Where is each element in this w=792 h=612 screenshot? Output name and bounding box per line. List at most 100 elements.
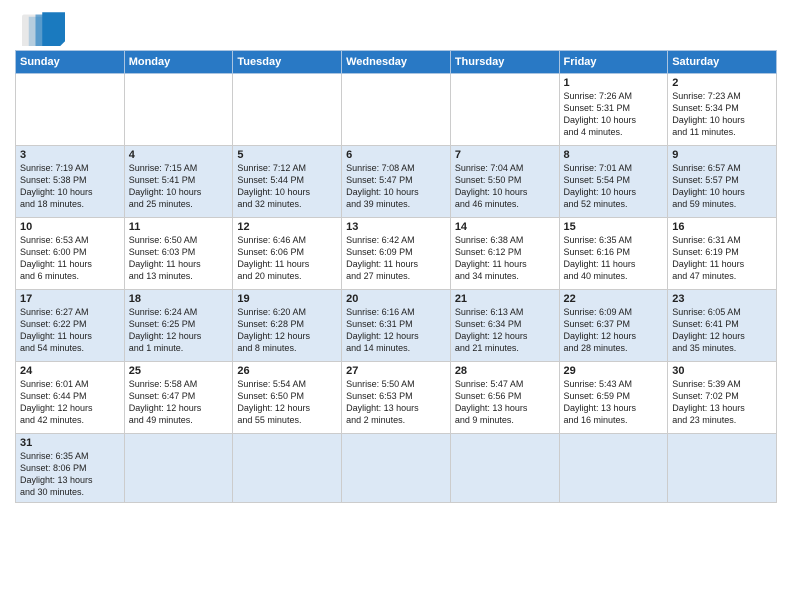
day-number: 14 [455,221,555,233]
calendar-cell-w4-d2: 18Sunrise: 6:24 AM Sunset: 6:25 PM Dayli… [124,290,233,362]
day-number: 27 [346,365,446,377]
day-info: Sunrise: 7:01 AM Sunset: 5:54 PM Dayligh… [564,162,664,211]
calendar-cell-w4-d6: 22Sunrise: 6:09 AM Sunset: 6:37 PM Dayli… [559,290,668,362]
calendar-cell-w1-d6: 1Sunrise: 7:26 AM Sunset: 5:31 PM Daylig… [559,74,668,146]
logo [15,10,69,46]
day-info: Sunrise: 6:31 AM Sunset: 6:19 PM Dayligh… [672,234,772,283]
day-number: 12 [237,221,337,233]
day-info: Sunrise: 7:15 AM Sunset: 5:41 PM Dayligh… [129,162,229,211]
weekday-header-sunday: Sunday [16,51,125,74]
day-number: 5 [237,149,337,161]
day-info: Sunrise: 6:24 AM Sunset: 6:25 PM Dayligh… [129,306,229,355]
day-info: Sunrise: 7:23 AM Sunset: 5:34 PM Dayligh… [672,90,772,139]
day-info: Sunrise: 6:57 AM Sunset: 5:57 PM Dayligh… [672,162,772,211]
day-info: Sunrise: 6:35 AM Sunset: 6:16 PM Dayligh… [564,234,664,283]
day-info: Sunrise: 6:42 AM Sunset: 6:09 PM Dayligh… [346,234,446,283]
day-number: 25 [129,365,229,377]
calendar-cell-w2-d4: 6Sunrise: 7:08 AM Sunset: 5:47 PM Daylig… [342,146,451,218]
calendar-cell-w4-d5: 21Sunrise: 6:13 AM Sunset: 6:34 PM Dayli… [450,290,559,362]
calendar-cell-w6-d6 [559,434,668,503]
day-info: Sunrise: 6:05 AM Sunset: 6:41 PM Dayligh… [672,306,772,355]
day-info: Sunrise: 7:08 AM Sunset: 5:47 PM Dayligh… [346,162,446,211]
calendar-cell-w6-d2 [124,434,233,503]
day-number: 29 [564,365,664,377]
calendar-cell-w5-d5: 28Sunrise: 5:47 AM Sunset: 6:56 PM Dayli… [450,362,559,434]
calendar-cell-w3-d1: 10Sunrise: 6:53 AM Sunset: 6:00 PM Dayli… [16,218,125,290]
day-number: 16 [672,221,772,233]
day-info: Sunrise: 6:27 AM Sunset: 6:22 PM Dayligh… [20,306,120,355]
day-info: Sunrise: 6:35 AM Sunset: 8:06 PM Dayligh… [20,450,120,499]
calendar-thead: SundayMondayTuesdayWednesdayThursdayFrid… [16,51,777,74]
calendar-cell-w4-d3: 19Sunrise: 6:20 AM Sunset: 6:28 PM Dayli… [233,290,342,362]
calendar-cell-w2-d2: 4Sunrise: 7:15 AM Sunset: 5:41 PM Daylig… [124,146,233,218]
day-number: 8 [564,149,664,161]
calendar-cell-w6-d7 [668,434,777,503]
weekday-header-friday: Friday [559,51,668,74]
calendar-cell-w2-d6: 8Sunrise: 7:01 AM Sunset: 5:54 PM Daylig… [559,146,668,218]
calendar-cell-w3-d4: 13Sunrise: 6:42 AM Sunset: 6:09 PM Dayli… [342,218,451,290]
day-info: Sunrise: 6:16 AM Sunset: 6:31 PM Dayligh… [346,306,446,355]
day-info: Sunrise: 6:53 AM Sunset: 6:00 PM Dayligh… [20,234,120,283]
calendar-cell-w3-d2: 11Sunrise: 6:50 AM Sunset: 6:03 PM Dayli… [124,218,233,290]
day-number: 22 [564,293,664,305]
calendar-cell-w1-d2 [124,74,233,146]
calendar-cell-w2-d3: 5Sunrise: 7:12 AM Sunset: 5:44 PM Daylig… [233,146,342,218]
calendar-cell-w4-d1: 17Sunrise: 6:27 AM Sunset: 6:22 PM Dayli… [16,290,125,362]
calendar-tbody: 1Sunrise: 7:26 AM Sunset: 5:31 PM Daylig… [16,74,777,503]
calendar-cell-w2-d7: 9Sunrise: 6:57 AM Sunset: 5:57 PM Daylig… [668,146,777,218]
day-info: Sunrise: 5:50 AM Sunset: 6:53 PM Dayligh… [346,378,446,427]
day-info: Sunrise: 7:04 AM Sunset: 5:50 PM Dayligh… [455,162,555,211]
day-info: Sunrise: 6:13 AM Sunset: 6:34 PM Dayligh… [455,306,555,355]
day-number: 6 [346,149,446,161]
day-number: 3 [20,149,120,161]
day-info: Sunrise: 6:01 AM Sunset: 6:44 PM Dayligh… [20,378,120,427]
day-info: Sunrise: 7:26 AM Sunset: 5:31 PM Dayligh… [564,90,664,139]
day-number: 9 [672,149,772,161]
weekday-header-row: SundayMondayTuesdayWednesdayThursdayFrid… [16,51,777,74]
calendar-cell-w3-d5: 14Sunrise: 6:38 AM Sunset: 6:12 PM Dayli… [450,218,559,290]
calendar-cell-w6-d3 [233,434,342,503]
day-number: 28 [455,365,555,377]
calendar-cell-w2-d1: 3Sunrise: 7:19 AM Sunset: 5:38 PM Daylig… [16,146,125,218]
calendar-week-5: 24Sunrise: 6:01 AM Sunset: 6:44 PM Dayli… [16,362,777,434]
calendar-header [15,10,777,46]
day-info: Sunrise: 5:58 AM Sunset: 6:47 PM Dayligh… [129,378,229,427]
day-number: 24 [20,365,120,377]
weekday-header-saturday: Saturday [668,51,777,74]
calendar-cell-w6-d1: 31Sunrise: 6:35 AM Sunset: 8:06 PM Dayli… [16,434,125,503]
day-info: Sunrise: 7:19 AM Sunset: 5:38 PM Dayligh… [20,162,120,211]
day-info: Sunrise: 5:39 AM Sunset: 7:02 PM Dayligh… [672,378,772,427]
calendar-cell-w5-d1: 24Sunrise: 6:01 AM Sunset: 6:44 PM Dayli… [16,362,125,434]
day-number: 11 [129,221,229,233]
weekday-header-wednesday: Wednesday [342,51,451,74]
calendar-cell-w3-d3: 12Sunrise: 6:46 AM Sunset: 6:06 PM Dayli… [233,218,342,290]
day-number: 13 [346,221,446,233]
calendar-cell-w1-d7: 2Sunrise: 7:23 AM Sunset: 5:34 PM Daylig… [668,74,777,146]
calendar-cell-w5-d2: 25Sunrise: 5:58 AM Sunset: 6:47 PM Dayli… [124,362,233,434]
weekday-header-monday: Monday [124,51,233,74]
day-number: 10 [20,221,120,233]
logo-icon [15,10,65,46]
day-number: 20 [346,293,446,305]
calendar-cell-w1-d3 [233,74,342,146]
calendar-cell-w1-d5 [450,74,559,146]
calendar-cell-w4-d4: 20Sunrise: 6:16 AM Sunset: 6:31 PM Dayli… [342,290,451,362]
day-number: 17 [20,293,120,305]
calendar-cell-w6-d4 [342,434,451,503]
day-number: 4 [129,149,229,161]
day-info: Sunrise: 6:09 AM Sunset: 6:37 PM Dayligh… [564,306,664,355]
calendar-cell-w5-d4: 27Sunrise: 5:50 AM Sunset: 6:53 PM Dayli… [342,362,451,434]
day-number: 30 [672,365,772,377]
calendar-week-2: 3Sunrise: 7:19 AM Sunset: 5:38 PM Daylig… [16,146,777,218]
day-number: 7 [455,149,555,161]
day-info: Sunrise: 6:46 AM Sunset: 6:06 PM Dayligh… [237,234,337,283]
day-number: 2 [672,77,772,89]
calendar-week-3: 10Sunrise: 6:53 AM Sunset: 6:00 PM Dayli… [16,218,777,290]
calendar-cell-w5-d7: 30Sunrise: 5:39 AM Sunset: 7:02 PM Dayli… [668,362,777,434]
day-info: Sunrise: 6:38 AM Sunset: 6:12 PM Dayligh… [455,234,555,283]
day-info: Sunrise: 6:50 AM Sunset: 6:03 PM Dayligh… [129,234,229,283]
weekday-header-thursday: Thursday [450,51,559,74]
day-number: 18 [129,293,229,305]
day-info: Sunrise: 5:43 AM Sunset: 6:59 PM Dayligh… [564,378,664,427]
calendar-cell-w6-d5 [450,434,559,503]
